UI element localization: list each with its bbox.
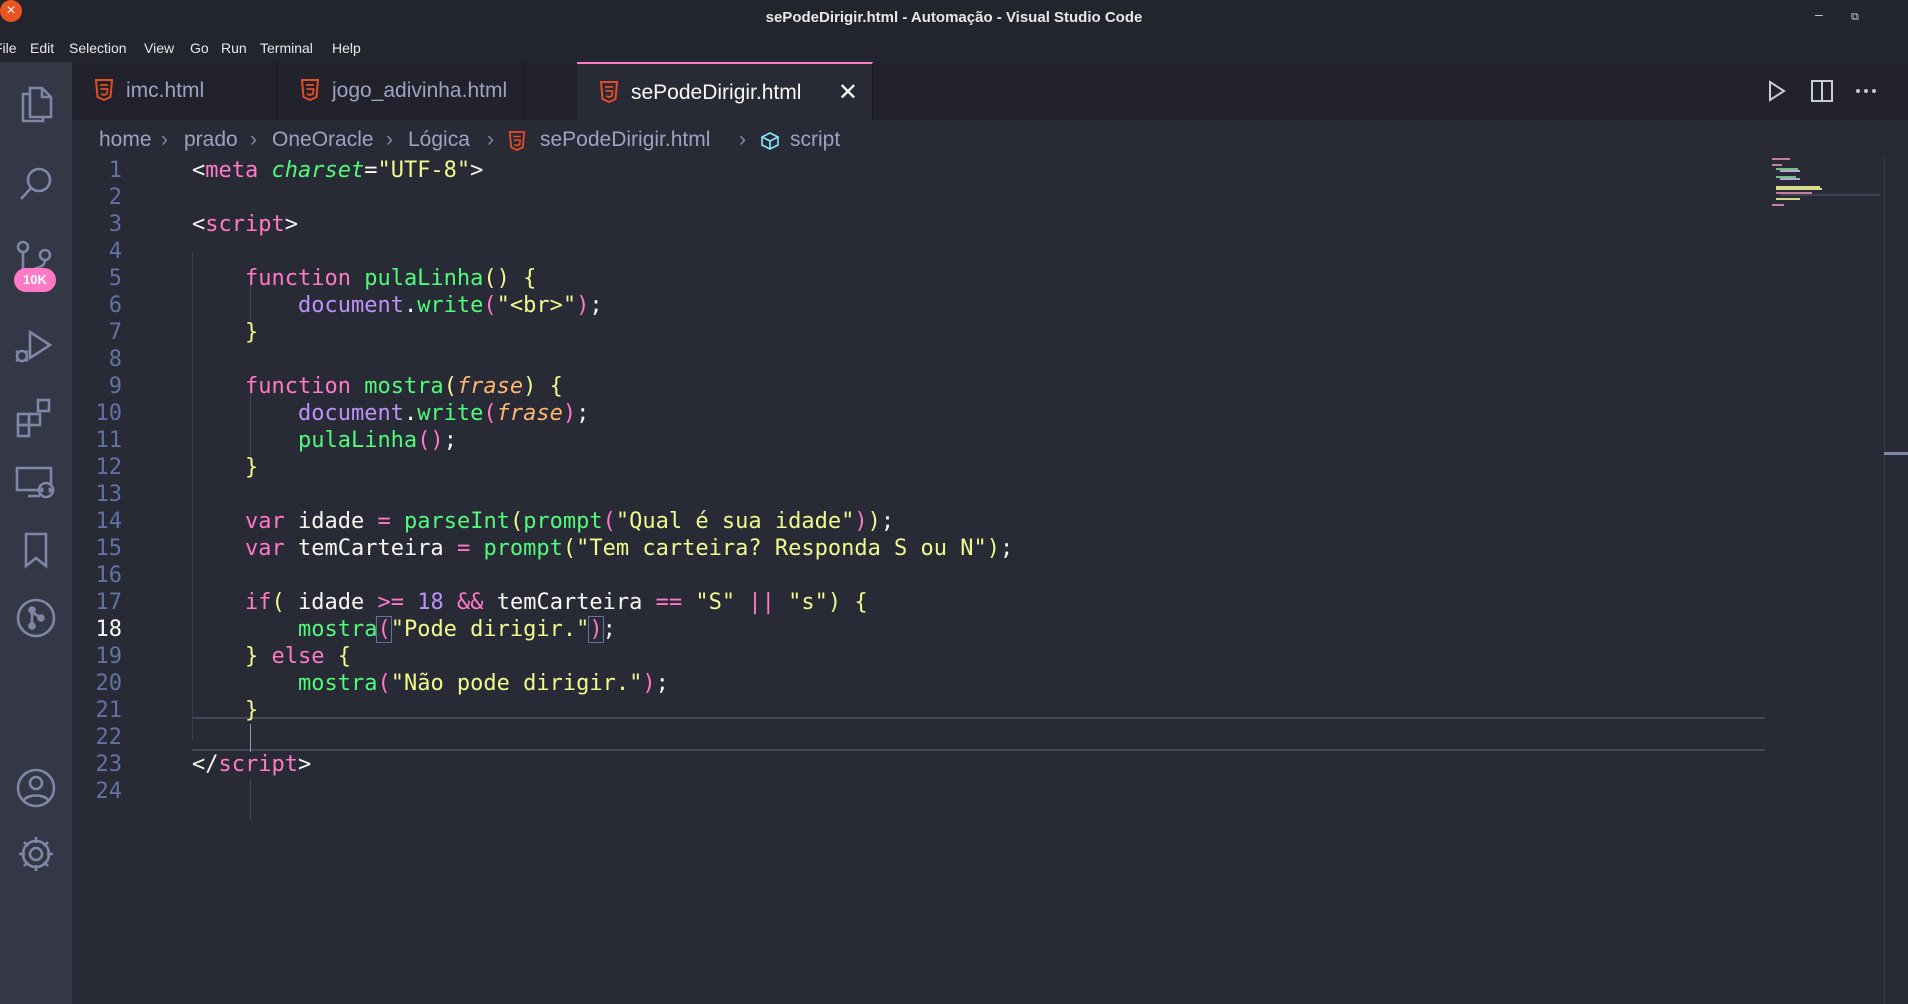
menu-selection[interactable]: Selection <box>69 40 127 56</box>
code-line-12: } <box>244 455 259 480</box>
tab-label: imc.html <box>126 79 205 102</box>
html5-icon <box>94 79 114 101</box>
vertical-scrollbar[interactable] <box>1884 158 1885 1004</box>
menu-terminal[interactable]: Terminal <box>260 40 313 56</box>
chevron-right-icon: › <box>739 128 746 151</box>
menu-run[interactable]: Run <box>221 40 247 56</box>
line-number: 16 <box>95 563 123 588</box>
line-number: 9 <box>108 374 122 399</box>
code-line-9: function mostra(frase) { <box>244 374 563 399</box>
code-line-11: pulaLinha(); <box>297 428 457 453</box>
breadcrumb-script[interactable]: script <box>790 128 840 152</box>
line-number: 8 <box>108 347 122 372</box>
code-line-1: <meta charset="UTF-8"> <box>192 158 484 183</box>
current-line-highlight <box>192 717 1765 751</box>
code-editor[interactable]: 1 2 3 4 5 6 7 8 9 10 11 12 13 14 15 16 17 18 19 20 21 22 23 24 … <box>72 158 1908 1004</box>
tab-label: jogo_adivinha.html <box>332 79 508 102</box>
restore-button[interactable]: ⧉ <box>1851 11 1859 24</box>
minimap[interactable] <box>1770 158 1880 208</box>
line-number: 7 <box>108 320 122 345</box>
html5-icon <box>300 79 320 101</box>
tab-bar: imc.html jogo_adivinha.html sePodeDirigi… <box>72 62 1908 120</box>
menu-view[interactable]: View <box>144 40 174 56</box>
breadcrumb-prado[interactable]: prado <box>184 128 238 152</box>
line-number: 19 <box>95 644 123 669</box>
breadcrumb-home[interactable]: home <box>99 128 152 152</box>
line-number: 1 <box>108 158 122 183</box>
tab-label: sePodeDirigir.html <box>631 81 802 104</box>
chevron-right-icon: › <box>250 128 257 151</box>
menu-edit[interactable]: Edit <box>30 40 54 56</box>
minimize-button[interactable]: – <box>1815 6 1823 22</box>
tab-imc[interactable]: imc.html <box>72 62 278 120</box>
run-file-icon[interactable] <box>1761 76 1791 106</box>
line-number: 15 <box>95 536 123 561</box>
tab-jogo-adivinha[interactable]: jogo_adivinha.html <box>278 62 524 120</box>
line-number: 4 <box>108 239 122 264</box>
chevron-right-icon: › <box>161 128 168 151</box>
line-number: 5 <box>108 266 122 291</box>
menu-go[interactable]: Go <box>190 40 209 56</box>
cube-icon <box>761 132 779 150</box>
breadcrumb-logica[interactable]: Lógica <box>408 128 470 152</box>
line-number: 6 <box>108 293 122 318</box>
code-line-7: } <box>244 320 259 345</box>
code-line-3: <script> <box>192 212 298 237</box>
indent-guide <box>250 724 251 752</box>
settings-gear-icon[interactable] <box>8 826 64 882</box>
line-number: 12 <box>95 455 123 480</box>
chevron-right-icon: › <box>487 128 494 151</box>
line-number: 3 <box>108 212 122 237</box>
code-line-18: mostra("Pode dirigir."); <box>297 616 616 643</box>
code-line-15: var temCarteira = prompt("Tem carteira? … <box>244 536 1014 561</box>
breadcrumb-oneoracle[interactable]: OneOracle <box>272 128 374 152</box>
html5-icon <box>508 131 526 151</box>
split-editor-icon[interactable] <box>1807 76 1837 106</box>
chevron-right-icon: › <box>386 128 393 151</box>
indent-guide <box>250 778 251 820</box>
code-line-10: document.write(frase); <box>297 401 590 426</box>
line-number: 21 <box>95 698 123 723</box>
code-line-19: } else { <box>244 644 351 669</box>
code-line-5: function pulaLinha() { <box>244 266 537 291</box>
code-line-20: mostra("Não pode dirigir."); <box>297 671 669 696</box>
menu-file[interactable]: File <box>0 40 17 56</box>
tab-sepodedirigir[interactable]: sePodeDirigir.html ✕ <box>577 62 873 120</box>
line-number: 2 <box>108 185 122 210</box>
code-line-17: if( idade >= 18 && temCarteira == "S" ||… <box>244 590 868 615</box>
line-number: 11 <box>95 428 123 453</box>
line-number: 14 <box>95 509 123 534</box>
code-line-21: } <box>244 698 259 723</box>
line-number: 23 <box>95 752 123 777</box>
menu-bar: File Edit Selection View Go Run Terminal… <box>0 36 1908 62</box>
window-title: sePodeDirigir.html - Automação - Visual … <box>765 9 1143 26</box>
more-actions-icon[interactable] <box>1851 76 1881 106</box>
line-number: 17 <box>95 590 123 615</box>
line-number: 18 <box>95 617 123 642</box>
line-number: 10 <box>95 401 123 426</box>
breadcrumb-file[interactable]: sePodeDirigir.html <box>540 128 710 152</box>
line-number: 22 <box>95 725 123 750</box>
close-tab-icon[interactable]: ✕ <box>838 78 858 107</box>
code-line-14: var idade = parseInt(prompt("Qual é sua … <box>244 509 895 534</box>
menu-help[interactable]: Help <box>332 40 361 56</box>
line-number: 24 <box>95 779 123 804</box>
explorer-icon[interactable] <box>8 74 64 130</box>
scrollbar-cursor-marker <box>1884 452 1908 455</box>
breadcrumb: home › prado › OneOracle › Lógica › sePo… <box>72 120 1772 160</box>
code-line-23: </script> <box>192 752 312 777</box>
code-line-6: document.write("<br>"); <box>297 293 603 318</box>
html5-icon <box>599 81 619 103</box>
title-bar: sePodeDirigir.html - Automação - Visual … <box>0 0 1908 36</box>
line-number: 20 <box>95 671 123 696</box>
line-number: 13 <box>95 482 123 507</box>
